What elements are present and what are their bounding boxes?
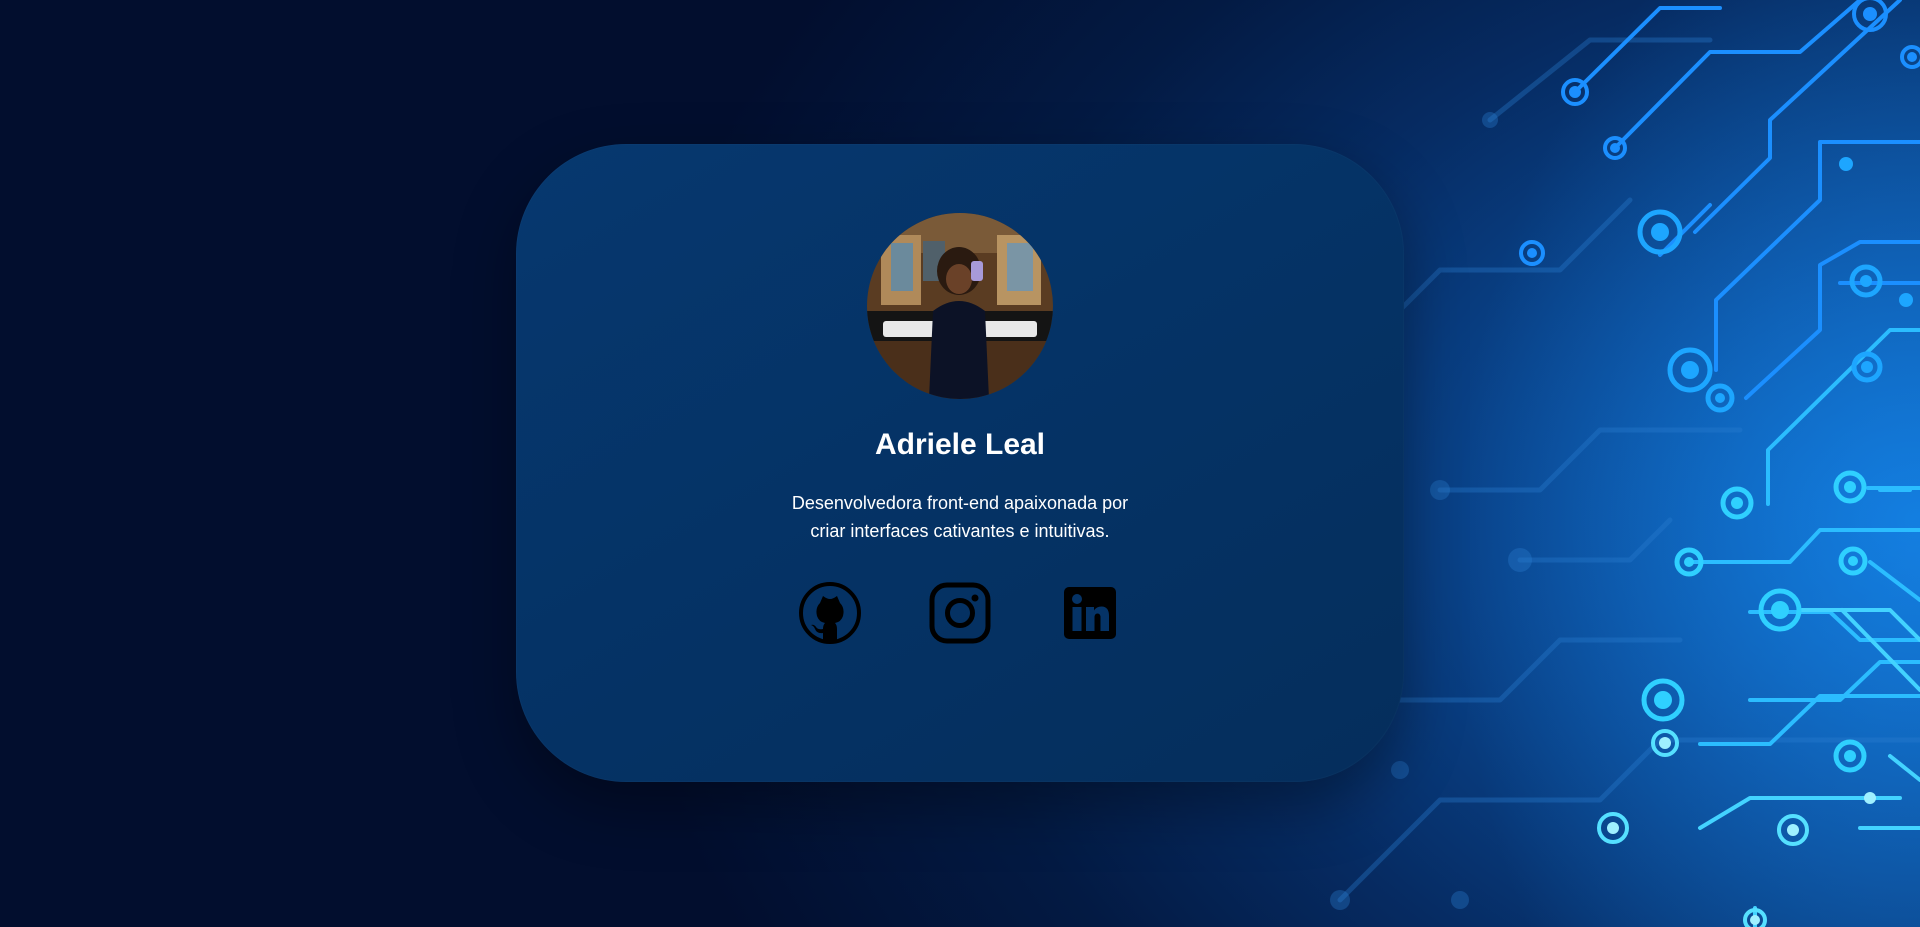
- bio-line-1: Desenvolvedora front-end apaixonada por: [791, 493, 1129, 513]
- bio-line-2: criar interfaces cativantes e intuitivas…: [810, 521, 1110, 541]
- github-link[interactable]: [797, 580, 863, 646]
- avatar: [867, 213, 1053, 399]
- github-icon: [799, 582, 861, 644]
- instagram-icon: [929, 582, 991, 644]
- linkedin-icon: [1064, 587, 1116, 639]
- instagram-link[interactable]: [927, 580, 993, 646]
- profile-name: Adriele Leal: [874, 428, 1046, 461]
- profile-bio: Desenvolvedora front-end apaixonada por …: [740, 489, 1180, 545]
- linkedin-link[interactable]: [1057, 580, 1123, 646]
- profile-card: Adriele Leal Desenvolvedora front-end ap…: [516, 144, 1404, 782]
